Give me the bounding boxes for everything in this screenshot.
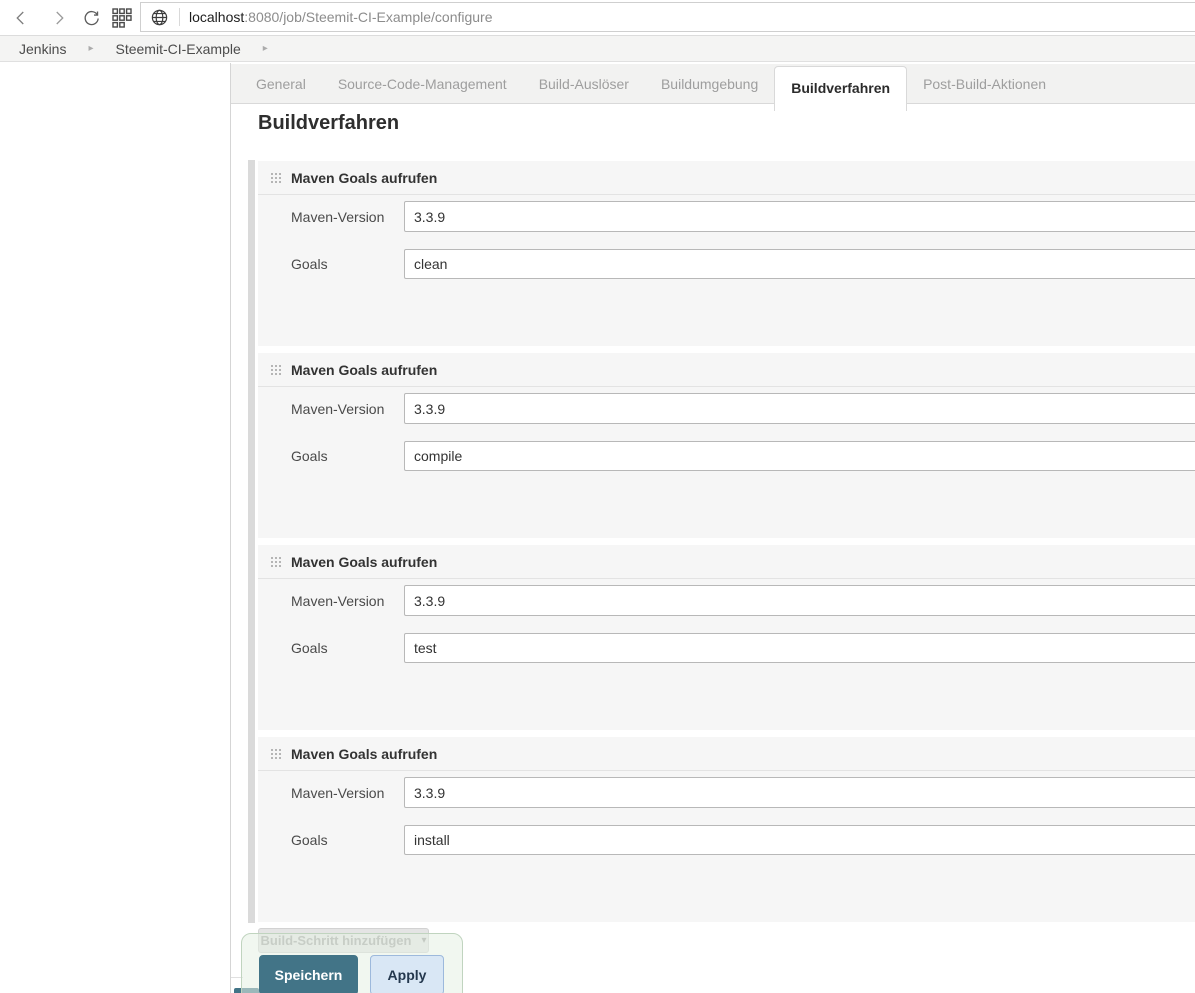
breadcrumb-separator-icon: ▸ (88, 43, 94, 54)
goals-row: Goals (291, 249, 1195, 279)
goals-input[interactable] (404, 633, 1195, 663)
url-path: :8080/job/Steemit-CI-Example/configure (244, 9, 493, 25)
config-tab-bar: General Source-Code-Management Build-Aus… (231, 64, 1195, 111)
address-divider (179, 8, 180, 26)
breadcrumb: Jenkins ▸ Steemit-CI-Example ▸ (0, 36, 1195, 62)
maven-version-label: Maven-Version (291, 784, 385, 801)
build-steps-drag-strip (248, 160, 255, 923)
maven-version-row: Maven-Version (291, 201, 1195, 232)
maven-version-select[interactable] (404, 201, 1195, 232)
maven-version-row: Maven-Version (291, 777, 1195, 808)
goals-row: Goals (291, 441, 1195, 471)
build-step-title: Maven Goals aufrufen (291, 361, 438, 378)
maven-version-select[interactable] (404, 393, 1195, 424)
save-button[interactable]: Speichern (259, 955, 358, 993)
goals-label: Goals (291, 832, 328, 848)
drag-handle-icon[interactable] (269, 170, 283, 185)
config-tab[interactable]: Buildverfahren (774, 66, 908, 111)
drag-handle-icon[interactable] (269, 362, 283, 377)
breadcrumb-item: Steemit-CI-Example ▸ (116, 41, 290, 57)
maven-version-label: Maven-Version (291, 592, 385, 609)
goals-label: Goals (291, 448, 328, 464)
browser-apps-grid-icon[interactable] (111, 7, 133, 29)
config-panel: General Source-Code-Management Build-Aus… (230, 63, 1195, 993)
maven-version-row: Maven-Version (291, 393, 1195, 424)
build-step-section: Maven Goals aufrufen Maven-Version Goals (258, 737, 1195, 922)
config-tab[interactable]: Source-Code-Management (322, 64, 523, 104)
config-tab[interactable]: Buildumgebung (645, 64, 774, 104)
breadcrumb-link[interactable]: Jenkins (19, 41, 66, 57)
url-host: localhost (189, 9, 245, 25)
browser-forward-icon[interactable] (48, 7, 70, 29)
build-step-section: Maven Goals aufrufen Maven-Version Goals (258, 545, 1195, 730)
build-step-header: Maven Goals aufrufen (258, 545, 1195, 579)
maven-version-select[interactable] (404, 585, 1195, 616)
config-tab[interactable]: Build-Auslöser (523, 64, 645, 104)
browser-refresh-icon[interactable] (80, 7, 102, 29)
drag-handle-icon[interactable] (269, 746, 283, 761)
apply-button[interactable]: Apply (370, 955, 444, 993)
address-bar[interactable]: localhost:8080/job/Steemit-CI-Example/co… (140, 2, 1195, 32)
breadcrumb-separator-icon: ▸ (262, 43, 268, 54)
maven-version-label: Maven-Version (291, 208, 385, 225)
build-step-title: Maven Goals aufrufen (291, 745, 438, 762)
globe-icon (150, 8, 169, 27)
browser-back-icon[interactable] (10, 7, 32, 29)
goals-label: Goals (291, 640, 328, 656)
config-tab[interactable]: General (240, 64, 322, 104)
url-text: localhost:8080/job/Steemit-CI-Example/co… (189, 9, 493, 25)
config-tab[interactable]: Post-Build-Aktionen (907, 64, 1062, 104)
build-step-title: Maven Goals aufrufen (291, 169, 438, 186)
maven-version-label: Maven-Version (291, 400, 385, 417)
build-step-header: Maven Goals aufrufen (258, 737, 1195, 771)
build-step-title: Maven Goals aufrufen (291, 553, 438, 570)
browser-toolbar: localhost:8080/job/Steemit-CI-Example/co… (0, 0, 1195, 36)
goals-label: Goals (291, 256, 328, 272)
goals-input[interactable] (404, 249, 1195, 279)
build-step-section: Maven Goals aufrufen Maven-Version Goals (258, 353, 1195, 538)
build-step-header: Maven Goals aufrufen (258, 161, 1195, 195)
jenkins-configure-page: localhost:8080/job/Steemit-CI-Example/co… (0, 0, 1195, 993)
maven-version-row: Maven-Version (291, 585, 1195, 616)
goals-input[interactable] (404, 825, 1195, 855)
goals-input[interactable] (404, 441, 1195, 471)
goals-row: Goals (291, 825, 1195, 855)
build-steps-list: Maven Goals aufrufen Maven-Version Goals… (258, 161, 1195, 929)
drag-handle-icon[interactable] (269, 554, 283, 569)
breadcrumb-item: Jenkins ▸ (19, 41, 116, 57)
build-step-section: Maven Goals aufrufen Maven-Version Goals (258, 161, 1195, 346)
build-step-header: Maven Goals aufrufen (258, 353, 1195, 387)
goals-row: Goals (291, 633, 1195, 663)
breadcrumb-link[interactable]: Steemit-CI-Example (116, 41, 241, 57)
maven-version-select[interactable] (404, 777, 1195, 808)
page-title: Buildverfahren (258, 112, 400, 134)
